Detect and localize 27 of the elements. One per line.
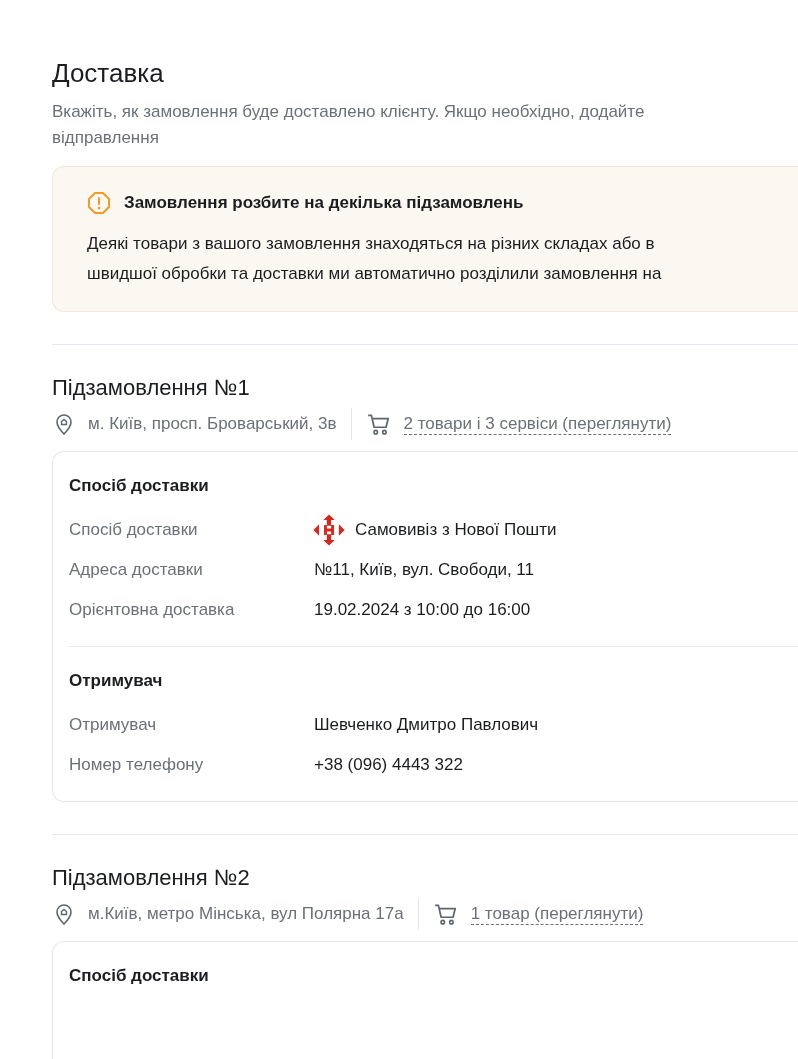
section-title: Спосіб доставки bbox=[69, 966, 210, 986]
pickup-address: м.Київ, метро Мінська, вул Полярна 17а bbox=[88, 904, 404, 924]
warning-icon bbox=[87, 191, 111, 215]
field-label: Номер телефону bbox=[69, 755, 205, 775]
cart-icon bbox=[365, 411, 392, 437]
page-title: Доставка bbox=[52, 58, 165, 89]
items-link[interactable]: 1 товар (переглянути) bbox=[470, 903, 644, 925]
section-title: Отримувач bbox=[69, 671, 164, 691]
alert-message: Деякі товари з вашого замовлення знаходяться на різних складах або в швидшої обробки та доставки ми автоматично розділили замовлення на bbox=[87, 233, 663, 285]
field-label: Спосіб доставки bbox=[69, 520, 199, 540]
suborder-title: Підзамовлення №2 bbox=[52, 865, 251, 891]
pickup-address: м. Київ, просп. Броварський, 3в bbox=[88, 414, 337, 434]
page-description: Вкажіть, як замовлення буде доставлено клієнту. Якщо необхідно, додайте відправлення bbox=[52, 101, 646, 149]
alert-title: Замовлення розбите на декілька підзамовлень bbox=[124, 193, 524, 213]
field-value: №11, Київ, вул. Свободи, 11 bbox=[314, 560, 534, 580]
field-label: Орієнтовна доставка bbox=[69, 600, 236, 620]
field-value: Шевченко Дмитро Павлович bbox=[314, 715, 539, 735]
field-value: +38 (096) 4443 322 bbox=[314, 755, 463, 775]
cart-icon bbox=[432, 901, 459, 927]
carrier-logo-icon bbox=[312, 513, 346, 547]
suborder-title: Підзамовлення №1 bbox=[52, 375, 251, 401]
field-value: 19.02.2024 з 10:00 до 16:00 bbox=[314, 600, 531, 620]
field-value: Самовивіз з Нової Пошти bbox=[355, 520, 557, 540]
items-link[interactable]: 2 товари і 3 сервіси (переглянути) bbox=[403, 413, 672, 435]
field-label: Адреса доставки bbox=[69, 560, 204, 580]
section-title: Спосіб доставки bbox=[69, 476, 210, 496]
field-label: Отримувач bbox=[69, 715, 158, 735]
